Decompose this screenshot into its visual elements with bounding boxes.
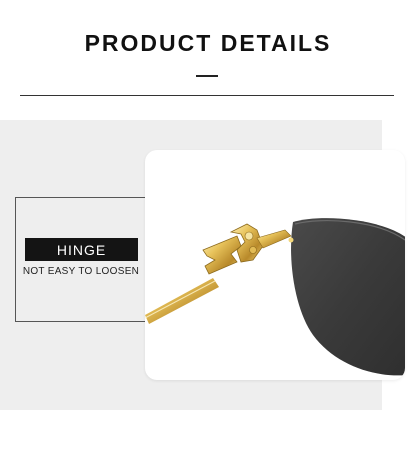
product-photo <box>145 150 405 380</box>
page-title: PRODUCT DETAILS <box>84 30 332 56</box>
feature-label-tag: HINGE <box>25 238 138 261</box>
feature-label: HINGE <box>56 241 107 258</box>
lens-shape <box>291 218 405 376</box>
hinge-detail <box>202 223 294 275</box>
divider-line <box>20 95 394 96</box>
title-underline <box>196 75 218 77</box>
sunglasses-hinge-image <box>145 218 405 376</box>
feature-description: NOT EASY TO LOOSEN <box>22 266 140 277</box>
